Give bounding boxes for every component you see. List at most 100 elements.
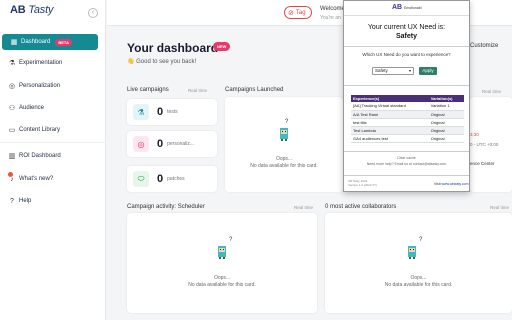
sidebar-item-label: Content Library [19, 127, 61, 133]
experience-cell: A/A Test Rami [351, 110, 429, 119]
chevron-down-icon: ▾ [408, 68, 411, 73]
flask-icon: ⚗ [8, 60, 16, 67]
clear-cache-link[interactable]: Clear cache [344, 156, 469, 160]
realtime-label: Real time [482, 89, 502, 94]
customize-button[interactable]: Customize [470, 43, 498, 49]
experience-cell: [AA] Tracking Virtual standard [351, 102, 429, 111]
table-row: GA4 audiences test Original [351, 134, 464, 143]
tests-label: tests [167, 109, 178, 115]
time-value: 3:30 [470, 132, 479, 137]
campaign-activity-card: ? Oops... No data available for this car… [127, 213, 317, 313]
sidebar-item-label: Personalization [19, 83, 61, 89]
realtime-label: Real time [490, 205, 510, 210]
experiences-table: Experience(s) Variation(s) [AA] Tracking… [351, 95, 464, 143]
timezone-text: 0 - UTC +0:00 [470, 142, 499, 147]
new-badge: NEW [213, 42, 231, 51]
library-icon: ▭ [8, 127, 16, 134]
popup-header: AB Emotionabl [344, 1, 469, 16]
sidebar-item-label: Experimentation [19, 60, 63, 66]
target-icon: ◎ [8, 83, 16, 90]
popup-divider [344, 85, 469, 86]
confused-character-icon [218, 246, 226, 259]
sidebar-item-label: What's new? [19, 176, 54, 182]
popup-divider [344, 175, 469, 176]
center-link[interactable]: ence Center [470, 161, 495, 166]
sidebar: AB Tasty ‹ ▦ Dashboard BETA ⚗ Experiment… [0, 0, 106, 320]
users-icon: ⚇ [8, 105, 16, 112]
select-value: Safety [375, 68, 388, 73]
question-mark-icon: ? [285, 119, 289, 125]
website-link[interactable]: www.abtasty.com [442, 182, 469, 186]
help-icon: ? [10, 197, 14, 205]
table-header-row: Experience(s) Variation(s) [351, 95, 464, 102]
target-icon: ◎ [133, 136, 149, 152]
abtasty-logo[interactable]: AB Tasty [10, 4, 53, 16]
variation-cell: Original [428, 126, 464, 135]
need-question: Which UX Need do you want to experience? [362, 52, 451, 57]
no-data-message: Oops... No data available for this card. [188, 275, 256, 288]
chart-icon: ▥ [8, 153, 16, 160]
beta-badge: BETA [55, 38, 72, 46]
sidebar-item-personalization[interactable]: ◎ Personalization [0, 78, 106, 94]
current-need-label: Your current UX Need is: [367, 24, 446, 31]
sidebar-item-audience[interactable]: ⚇ Audience [0, 100, 106, 116]
bell-icon: ♪ [10, 175, 14, 183]
tests-count: 0 [157, 106, 164, 118]
ux-need-select[interactable]: Safety ▾ [372, 67, 414, 75]
column-header: Experience(s) [351, 95, 429, 102]
sidebar-item-help[interactable]: ? Help [0, 193, 106, 209]
flask-icon: ⚗ [133, 104, 149, 120]
table-row: [AA] Tracking Virtual standard Variation… [351, 102, 464, 111]
realtime-label: Real time [188, 88, 208, 93]
sidebar-item-dashboard[interactable]: ▦ Dashboard BETA [2, 34, 98, 50]
popup-divider [344, 151, 469, 152]
sidebar-item-label: Audience [19, 105, 45, 111]
no-data-message: Oops... No data available for this card. [384, 275, 453, 288]
sidebar-item-content-library[interactable]: ▭ Content Library [0, 122, 106, 138]
patch-icon: ⬭ [133, 171, 149, 187]
apply-button[interactable]: Apply [419, 67, 437, 75]
table-row: test title Original [351, 118, 464, 127]
stat-card-patches[interactable]: ⬭ 0 patches [127, 166, 217, 192]
variation-cell: Original [428, 134, 464, 143]
confused-character-icon [280, 128, 288, 141]
tag-button[interactable]: ⊘ Tag [284, 6, 312, 19]
version-info: AB Tasty 2023 Version 1.0 (2023-??) [348, 179, 377, 187]
confused-character-icon [408, 246, 416, 259]
popup-logo-subtitle: Emotionabl [404, 6, 422, 10]
column-header: Variation(s) [428, 95, 464, 102]
question-mark-icon: ? [419, 237, 423, 243]
patches-label: patches [167, 176, 185, 182]
notification-dot [8, 172, 13, 177]
personalizations-label: personaliz... [167, 141, 195, 147]
table-row: Test Lambda Original [351, 126, 464, 135]
sidebar-item-whats-new[interactable]: ♪ What's new? [0, 171, 106, 187]
stat-card-personalizations[interactable]: ◎ 0 personaliz... [127, 131, 217, 157]
grid-icon: ▦ [10, 39, 18, 46]
collaborators-card: ? Oops... No data available for this car… [325, 213, 512, 313]
personalizations-count: 0 [157, 138, 164, 150]
stat-card-tests[interactable]: ⚗ 0 tests [127, 99, 217, 125]
extension-popup: AB Emotionabl Your current UX Need is: S… [343, 0, 470, 192]
sidebar-item-label: Help [19, 198, 32, 204]
variation-cell: Original [428, 110, 464, 119]
no-data-message: Oops... No data available for this card. [250, 156, 318, 169]
question-mark-icon: ? [229, 237, 233, 243]
tag-icon: ⊘ [288, 9, 294, 17]
sidebar-divider [0, 142, 106, 143]
sidebar-item-roi-dashboard[interactable]: ▥ ROI Dashboard [0, 148, 106, 164]
variation-cell: Original [428, 118, 464, 127]
realtime-label: Real time [294, 205, 314, 210]
collapse-sidebar-icon[interactable]: ‹ [88, 8, 98, 18]
page-title: Your dashboard [127, 41, 219, 55]
tag-label: Tag [295, 9, 306, 16]
variation-cell: Variation 1 [428, 102, 464, 111]
table-row: A/A Test Rami Original [351, 110, 464, 119]
current-need-value: Safety [395, 33, 417, 40]
campaign-activity-title: Campaign activity: Scheduler [127, 204, 205, 210]
popup-divider [344, 46, 469, 47]
experience-cell: test title [351, 118, 429, 127]
visit-website: Visit www.abtasty.com [434, 182, 469, 186]
greeting-text: 👋 Good to see you back! [127, 59, 197, 65]
sidebar-item-experimentation[interactable]: ⚗ Experimentation [0, 55, 106, 71]
